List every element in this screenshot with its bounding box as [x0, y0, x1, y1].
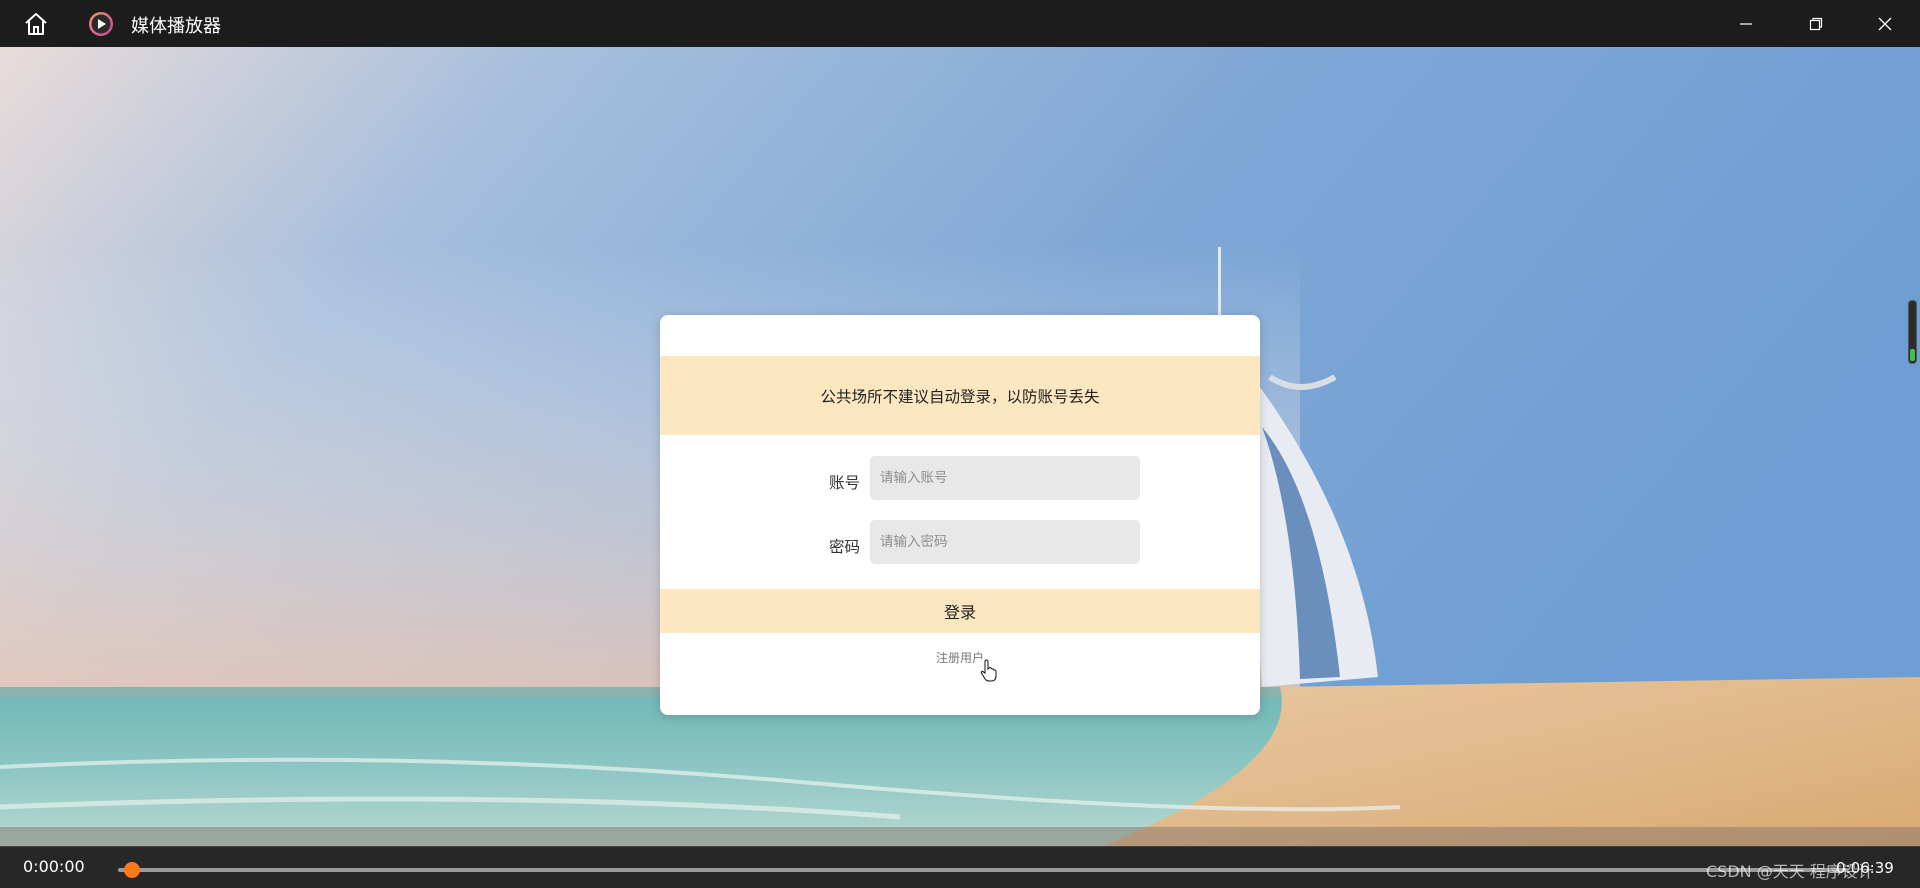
total-time: 0:06:39 — [1836, 859, 1894, 877]
password-input[interactable] — [870, 520, 1140, 564]
restore-icon — [1809, 17, 1823, 30]
hand-cursor-icon — [980, 659, 998, 683]
media-player-logo-icon — [88, 11, 114, 37]
login-dialog: 公共场所不建议自动登录，以防账号丢失 账号 密码 登录 注册用户 — [660, 315, 1260, 715]
minimize-button[interactable] — [1718, 0, 1774, 47]
minimize-icon — [1740, 22, 1752, 25]
window-titlebar: 媒体播放器 — [0, 0, 1920, 47]
register-link[interactable]: 注册用户 — [660, 649, 1260, 666]
login-button[interactable]: 登录 — [660, 589, 1260, 633]
window-title: 媒体播放器 — [131, 16, 221, 37]
volume-indicator[interactable] — [1908, 300, 1917, 364]
volume-level — [1910, 349, 1915, 361]
playback-controls: 0:00:00 CSDN @天天 程序设计 0:06:39 — [0, 846, 1920, 888]
close-button[interactable] — [1857, 0, 1913, 47]
restore-button[interactable] — [1788, 0, 1844, 47]
seek-handle[interactable] — [124, 862, 140, 878]
home-icon[interactable] — [22, 11, 50, 37]
seek-bar[interactable] — [118, 868, 1848, 872]
password-label: 密码 — [828, 538, 860, 556]
current-time: 0:00:00 — [23, 857, 85, 876]
close-icon — [1878, 17, 1892, 30]
account-label: 账号 — [828, 474, 860, 492]
account-input[interactable] — [870, 456, 1140, 500]
security-notice: 公共场所不建议自动登录，以防账号丢失 — [660, 356, 1260, 435]
